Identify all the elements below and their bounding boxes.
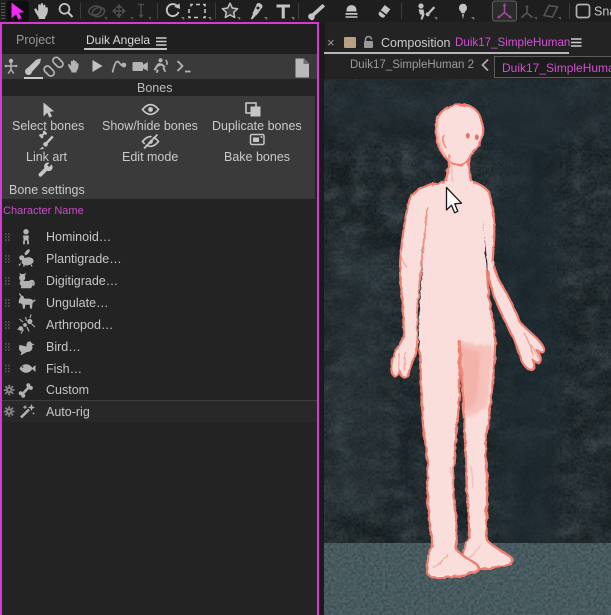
svg-text:Sna: Sna	[594, 5, 611, 19]
